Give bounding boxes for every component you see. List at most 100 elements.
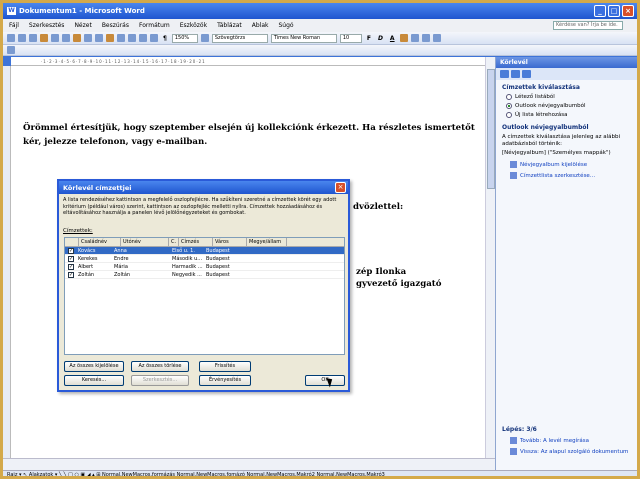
- clear-all-button[interactable]: Az összes törlése: [131, 361, 189, 372]
- row-checkbox[interactable]: ✓: [68, 248, 74, 254]
- copy-icon[interactable]: [95, 34, 103, 42]
- menu-tools[interactable]: Eszközök: [180, 22, 207, 29]
- redo-icon[interactable]: [128, 34, 136, 42]
- mailmerge-toolbar: [3, 45, 637, 56]
- recipient-select-section: Címzettek kiválasztása Létező listából O…: [496, 80, 637, 187]
- option-outlook[interactable]: Outlook névjegyalbumból: [506, 103, 631, 109]
- source-description: A címzettek kiválasztása jelenleg az alá…: [502, 134, 621, 147]
- drawing-toolbar[interactable]: Rajz ▾ ↖ Alakzatok ▾ ╲ ╲ □ ○ ▣ ◢ ▴ ⊞ Nor…: [3, 470, 637, 476]
- edit-button[interactable]: Szerkesztés...: [131, 375, 189, 386]
- open-icon[interactable]: [18, 34, 26, 42]
- justify-icon[interactable]: [432, 34, 441, 42]
- horizontal-ruler[interactable]: ·1·2·3·4·5·6·7·8·9·10·11·12·13·14·15·16·…: [11, 57, 485, 66]
- close-button[interactable]: ×: [622, 5, 634, 17]
- column-header-c[interactable]: C.: [169, 238, 179, 246]
- radio-icon: [506, 112, 512, 118]
- task-pane-nav: [496, 68, 637, 80]
- paste-icon[interactable]: [106, 34, 114, 42]
- font-select[interactable]: Times New Roman: [270, 33, 337, 43]
- help-icon[interactable]: [200, 34, 209, 42]
- vertical-ruler: [3, 66, 11, 458]
- tab-selector-icon[interactable]: [7, 46, 15, 54]
- column-header-lastname[interactable]: Családnév: [79, 238, 121, 246]
- print-preview-icon[interactable]: [62, 34, 70, 42]
- option-new-list[interactable]: Új lista létrehozása: [506, 112, 631, 118]
- cut-icon[interactable]: [84, 34, 92, 42]
- print-icon[interactable]: [51, 34, 59, 42]
- step-label: Lépés: 3/6: [502, 426, 537, 433]
- align-left-icon[interactable]: [399, 34, 408, 42]
- columns-icon[interactable]: [150, 34, 158, 42]
- align-center-icon[interactable]: [410, 34, 419, 42]
- ok-button[interactable]: OK: [305, 375, 345, 386]
- style-select[interactable]: Szövegtörzs: [211, 33, 268, 43]
- signature-name-fragment: zép Ilonka: [356, 267, 407, 277]
- next-step-link[interactable]: Tovább: A levél megírása: [510, 437, 632, 444]
- zoom-select[interactable]: 150%: [171, 33, 198, 43]
- select-all-button[interactable]: Az összes kijelölése: [64, 361, 124, 372]
- back-icon[interactable]: [500, 70, 509, 78]
- view-buttons-bar: [3, 458, 495, 470]
- column-header-city[interactable]: Város: [213, 238, 247, 246]
- menu-edit[interactable]: Szerkesztés: [29, 22, 65, 29]
- maximize-button[interactable]: □: [608, 5, 620, 17]
- menu-help[interactable]: Súgó: [278, 22, 293, 29]
- column-header-address[interactable]: Címzés: [179, 238, 213, 246]
- validate-button[interactable]: Érvényesítés: [199, 375, 251, 386]
- recipients-table[interactable]: Családnév Utónév C. Címzés Város Megye/á…: [64, 237, 345, 355]
- refresh-button[interactable]: Frissítés: [199, 361, 251, 372]
- help-search-input[interactable]: Kérdése van? Írja be ide.: [553, 21, 623, 30]
- new-document-icon[interactable]: [7, 34, 15, 42]
- menu-format[interactable]: Formátum: [139, 22, 170, 29]
- prev-step-link[interactable]: Vissza: Az alapul szolgáló dokumentum: [510, 448, 632, 455]
- bold-button[interactable]: F: [365, 35, 373, 42]
- row-checkbox[interactable]: ✓: [68, 256, 74, 262]
- section-title: Outlook névjegyalbumból: [502, 124, 589, 131]
- checkbox-column-header: [65, 238, 79, 246]
- table-row[interactable]: ✓ Zoltán Zoltán Negyedik ... Budapest: [65, 271, 344, 279]
- menu-file[interactable]: Fájl: [9, 22, 19, 29]
- row-checkbox[interactable]: ✓: [68, 272, 74, 278]
- menu-view[interactable]: Nézet: [74, 22, 91, 29]
- scroll-thumb[interactable]: [487, 69, 495, 189]
- column-header-firstname[interactable]: Utónév: [121, 238, 169, 246]
- mail-merge-recipients-dialog: Körlevél címzettjei × A lista rendezéséh…: [57, 179, 350, 392]
- find-button[interactable]: Keresés...: [64, 375, 124, 386]
- dialog-close-icon[interactable]: ×: [335, 182, 346, 193]
- recipients-label: Címzettek:: [63, 228, 93, 234]
- align-right-icon[interactable]: [421, 34, 430, 42]
- italic-button[interactable]: D: [376, 35, 385, 42]
- window-title: Dokumentum1 - Microsoft Word: [19, 7, 145, 15]
- undo-icon[interactable]: [117, 34, 125, 42]
- home-icon[interactable]: [522, 70, 531, 78]
- menu-insert[interactable]: Beszúrás: [102, 22, 129, 29]
- forward-icon[interactable]: [511, 70, 520, 78]
- menu-table[interactable]: Táblázat: [217, 22, 242, 29]
- table-row[interactable]: ✓ Kerekes Endre Második u... Budapest: [65, 255, 344, 263]
- save-icon[interactable]: [29, 34, 37, 42]
- word-app-icon: W: [7, 7, 16, 15]
- minimize-button[interactable]: _: [594, 5, 606, 17]
- standard-toolbar: ¶ 150% Szövegtörzs Times New Roman 10 F …: [3, 32, 637, 45]
- underline-button[interactable]: A: [388, 35, 397, 42]
- contacts-icon: [510, 161, 517, 168]
- column-header-state[interactable]: Megye/állam: [247, 238, 287, 246]
- wizard-steps: Lépés: 3/6 Tovább: A levél megírása Viss…: [496, 422, 637, 463]
- table-row[interactable]: ✓ Albert Mária Harmadik ... Budapest: [65, 263, 344, 271]
- font-size-select[interactable]: 10: [339, 33, 362, 43]
- show-hide-icon[interactable]: ¶: [161, 35, 169, 42]
- edit-list-link[interactable]: Címzettlista szerkesztése...: [510, 172, 631, 179]
- vertical-scrollbar[interactable]: [485, 57, 495, 458]
- signature-title-fragment: gyvezető igazgató: [356, 279, 442, 289]
- spelling-icon[interactable]: [73, 34, 81, 42]
- arrow-left-icon: [510, 448, 517, 455]
- permission-icon[interactable]: [40, 34, 48, 42]
- menu-window[interactable]: Ablak: [252, 22, 269, 29]
- option-existing-list[interactable]: Létező listából: [506, 94, 631, 100]
- body-paragraph: Örömmel értesítjük, hogy szeptember else…: [23, 123, 475, 147]
- table-icon[interactable]: [139, 34, 147, 42]
- row-checkbox[interactable]: ✓: [68, 264, 74, 270]
- select-contacts-link[interactable]: Névjegyalbum kijelölése: [510, 161, 631, 168]
- table-row[interactable]: ✓ Kovács Anna Első u. 1. Budapest: [65, 247, 344, 255]
- title-bar: W Dokumentum1 - Microsoft Word _ □ ×: [3, 3, 637, 19]
